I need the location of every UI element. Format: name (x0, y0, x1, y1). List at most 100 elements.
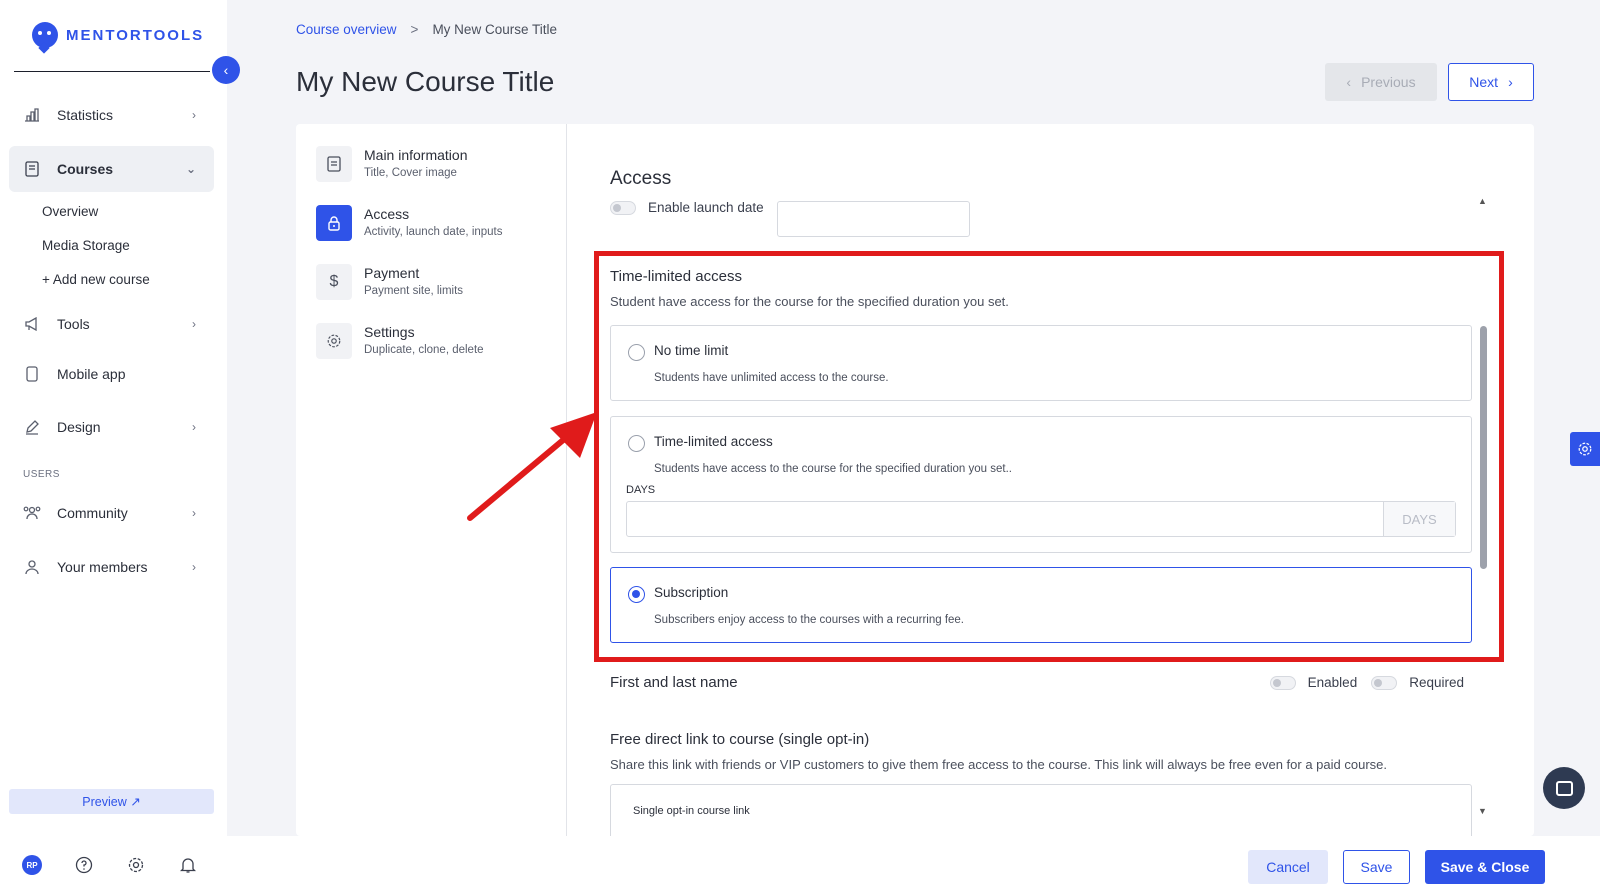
first-last-name-toggles: Enabled Required (1269, 675, 1464, 690)
launch-date-input[interactable] (777, 201, 970, 237)
chevron-right-icon: › (192, 420, 196, 434)
enabled-toggle[interactable] (1269, 675, 1296, 690)
bell-icon[interactable] (178, 855, 198, 875)
section-title-access: Access (610, 168, 672, 189)
scroll-down-icon[interactable]: ▼ (1478, 806, 1487, 816)
chat-icon (1555, 780, 1573, 796)
bar-chart-icon (23, 106, 41, 124)
sidebar-subitem-overview[interactable]: Overview (42, 204, 98, 219)
next-button[interactable]: Next › (1448, 63, 1534, 101)
sidebar-item-label: Community (57, 505, 128, 521)
content-scrollbar[interactable]: ▲ ▼ (1478, 196, 1490, 816)
free-link-description: Share this link with friends or VIP cust… (610, 757, 1387, 772)
launch-date-label: Enable launch date (648, 200, 764, 215)
access-content: Access Enable launch date Time-limited a… (610, 124, 1490, 836)
cancel-button[interactable]: Cancel (1248, 850, 1328, 884)
scroll-thumb[interactable] (1480, 326, 1487, 569)
scroll-up-icon[interactable]: ▲ (1478, 196, 1487, 206)
option-label: No time limit (654, 343, 729, 358)
sidebar-item-mobile-app[interactable]: Mobile app (9, 351, 214, 397)
step-title: Main information (364, 147, 468, 163)
step-title: Access (364, 206, 410, 222)
breadcrumb-current: My New Course Title (432, 22, 557, 37)
avatar[interactable]: RP (22, 855, 42, 875)
launch-date-toggle[interactable] (610, 200, 636, 215)
sidebar-item-tools[interactable]: Tools › (9, 301, 214, 347)
chat-button[interactable] (1543, 767, 1585, 809)
single-opt-in-label: Single opt-in course link (633, 805, 750, 817)
option-time-limited[interactable]: Time-limited access Students have access… (610, 416, 1472, 553)
brand-name: MENTORTOOLS (66, 26, 205, 44)
gear-icon (316, 323, 352, 359)
course-editor-card: Main information Title, Cover image Acce… (296, 124, 1534, 836)
step-subtitle: Title, Cover image (364, 167, 457, 179)
radio-no-time-limit[interactable] (628, 344, 645, 361)
sidebar-item-label: Mobile app (57, 366, 126, 382)
sidebar-item-statistics[interactable]: Statistics › (9, 92, 214, 138)
book-icon (23, 160, 41, 178)
settings-gear-tab[interactable] (1570, 432, 1600, 466)
sidebar: MENTORTOOLS Statistics › Courses ⌄ Overv… (0, 0, 227, 896)
option-subscription[interactable]: Subscription Subscribers enjoy access to… (610, 567, 1472, 643)
lock-icon (316, 205, 352, 241)
sidebar-item-label: Your members (57, 559, 148, 575)
sidebar-item-community[interactable]: Community › (9, 490, 214, 536)
gear-icon (1578, 442, 1592, 456)
radio-subscription[interactable] (628, 586, 645, 603)
days-suffix: DAYS (1383, 502, 1455, 536)
user-icon (23, 558, 41, 576)
gear-icon[interactable] (126, 855, 146, 875)
days-input[interactable]: DAYS (626, 501, 1456, 537)
step-subtitle: Duplicate, clone, delete (364, 344, 484, 356)
step-title: Payment (364, 265, 420, 281)
chevron-right-icon: > (410, 22, 419, 37)
days-label: DAYS (626, 484, 656, 496)
step-access[interactable]: Access Activity, launch date, inputs (316, 205, 503, 241)
step-payment[interactable]: $ Payment Payment site, limits (316, 264, 463, 300)
time-limited-title: Time-limited access (610, 268, 742, 285)
save-close-button[interactable]: Save & Close (1425, 850, 1545, 884)
dollar-icon: $ (316, 264, 352, 300)
step-main-information[interactable]: Main information Title, Cover image (316, 146, 468, 182)
brand-logo[interactable]: MENTORTOOLS (32, 22, 204, 48)
sidebar-subitem-add-course[interactable]: + Add new course (42, 272, 150, 287)
step-settings[interactable]: Settings Duplicate, clone, delete (316, 323, 484, 359)
next-label: Next (1469, 74, 1499, 90)
previous-label: Previous (1361, 74, 1416, 90)
breadcrumb-course-overview[interactable]: Course overview (296, 22, 397, 37)
sidebar-item-courses[interactable]: Courses ⌄ (9, 146, 214, 192)
help-icon[interactable] (74, 855, 94, 875)
option-label: Time-limited access (654, 434, 773, 449)
time-limited-description: Student have access for the course for t… (610, 294, 1009, 309)
logo-icon (32, 22, 58, 48)
sidebar-subitem-media-storage[interactable]: Media Storage (42, 238, 130, 253)
mobile-icon (23, 365, 41, 383)
megaphone-icon (23, 315, 41, 333)
chevron-right-icon: › (192, 506, 196, 520)
option-description: Subscribers enjoy access to the courses … (654, 614, 965, 626)
sidebar-item-design[interactable]: Design › (9, 404, 214, 450)
required-label: Required (1409, 675, 1464, 690)
previous-button[interactable]: ‹ Previous (1325, 63, 1437, 101)
sidebar-bottom-icons: RP (22, 855, 198, 875)
chevron-left-icon: ‹ (1346, 74, 1352, 90)
chevron-down-icon: ⌄ (185, 162, 196, 176)
save-button[interactable]: Save (1343, 850, 1410, 884)
sidebar-item-label: Design (57, 419, 101, 435)
enabled-label: Enabled (1307, 675, 1358, 690)
required-toggle[interactable] (1371, 675, 1398, 690)
preview-button[interactable]: Preview ↗ (9, 789, 214, 814)
option-no-time-limit[interactable]: No time limit Students have unlimited ac… (610, 325, 1472, 401)
chevron-right-icon: › (192, 317, 196, 331)
sidebar-item-your-members[interactable]: Your members › (9, 544, 214, 590)
community-icon (23, 504, 41, 522)
chevron-right-icon: › (192, 108, 196, 122)
chevron-right-icon: › (192, 560, 196, 574)
radio-time-limited[interactable] (628, 435, 645, 452)
single-opt-in-box[interactable]: Single opt-in course link (610, 784, 1472, 836)
sidebar-item-label: Courses (57, 161, 114, 177)
sidebar-item-label: Statistics (57, 107, 114, 123)
chevron-right-icon: › (1508, 74, 1513, 90)
sidebar-collapse-button[interactable]: ‹ (212, 56, 240, 84)
step-title: Settings (364, 324, 415, 340)
